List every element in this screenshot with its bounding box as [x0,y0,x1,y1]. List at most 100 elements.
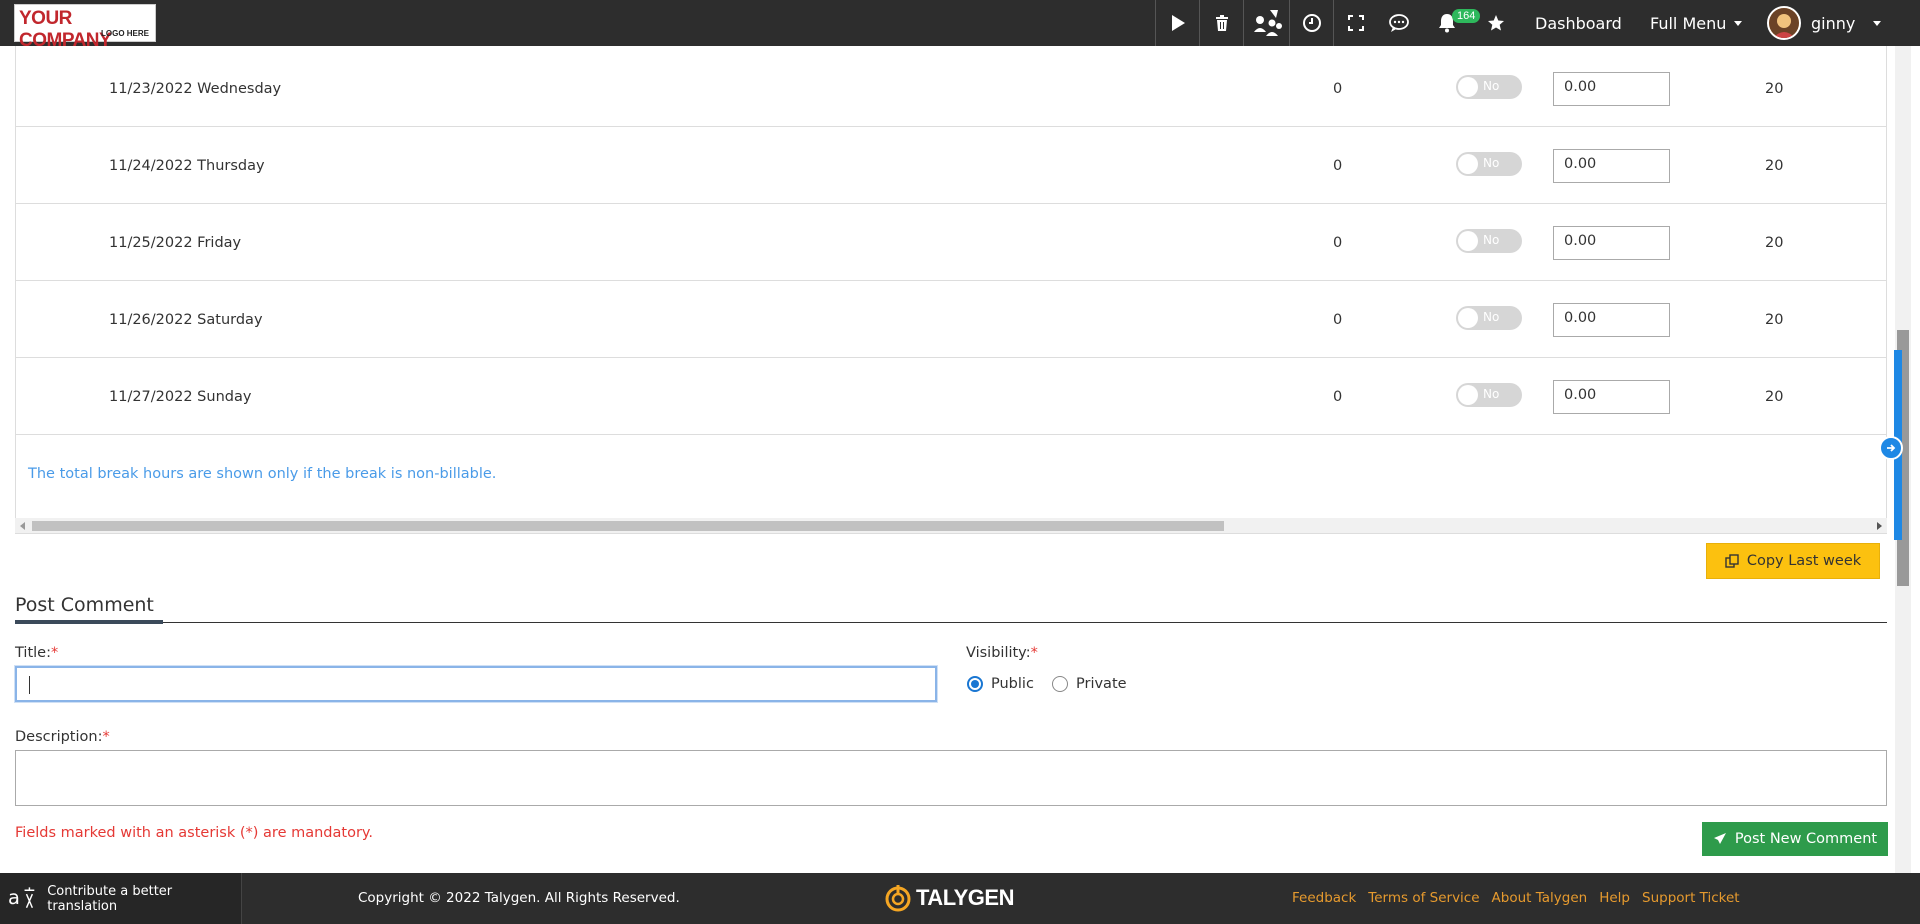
star-icon[interactable] [1487,0,1505,46]
play-icon[interactable] [1155,0,1199,46]
description-label-text: Description: [15,729,103,745]
brand-text: TALYGEN [916,885,1014,910]
about-talygen-link[interactable]: About Talygen [1492,890,1588,906]
terms-of-service-link[interactable]: Terms of Service [1368,890,1479,906]
title-label-text: Title: [15,645,51,661]
toggle-label: No [1483,78,1500,93]
company-logo[interactable]: YOUR COMPANY LOGO HERE [14,4,156,51]
dashboard-label: Dashboard [1535,13,1622,33]
table-row: 11/25/2022 Friday 0 No 0.00 20 [16,204,1886,281]
radio-unselected-icon [1052,676,1068,692]
value-cell: 20 [1765,388,1784,405]
date-cell: 11/25/2022 Friday [109,234,242,251]
toggle-knob [1458,230,1478,251]
footer: a Contribute a better translation Copyri… [0,873,1920,924]
visibility-private-radio[interactable]: Private [1052,676,1127,692]
required-mark: * [1030,645,1038,661]
scroll-left-icon[interactable] [20,522,25,530]
description-textarea[interactable] [15,750,1887,806]
required-mark: * [50,645,59,661]
post-comment-title: Post Comment [15,594,154,616]
billable-toggle[interactable]: No [1456,228,1522,253]
scrollbar-thumb[interactable] [32,521,1224,531]
billable-toggle[interactable]: No [1456,382,1522,407]
svg-text:a: a [8,885,20,908]
hours-cell: 0 [1333,311,1343,328]
full-menu-dropdown[interactable]: Full Menu [1650,0,1743,46]
chat-icon[interactable] [1377,0,1421,46]
billable-toggle[interactable]: No [1456,305,1522,330]
break-hours-note: The total break hours are shown only if … [28,466,497,482]
post-new-comment-label: Post New Comment [1734,831,1878,847]
toolbar-icons [1155,0,1421,46]
table-row: 11/26/2022 Saturday 0 No 0.00 20 [16,281,1886,358]
translate-icon: a [8,885,35,908]
divider [15,622,1887,623]
horizontal-scrollbar[interactable] [15,518,1887,533]
clock-icon[interactable] [1289,0,1333,46]
toggle-knob [1458,76,1478,97]
break-hours-input[interactable]: 0.00 [1553,148,1670,183]
radio-label-public: Public [991,676,1034,692]
visibility-public-radio[interactable]: Public [967,676,1034,692]
date-cell: 11/23/2022 Wednesday [109,80,282,97]
fullscreen-icon[interactable] [1333,0,1377,46]
send-icon [1713,833,1726,844]
value-cell: 20 [1765,311,1784,328]
toggle-label: No [1483,155,1500,170]
date-cell: 11/24/2022 Thursday [109,157,265,174]
value-cell: 20 [1765,80,1784,97]
dashboard-link[interactable]: Dashboard [1535,0,1622,46]
date-cell: 11/27/2022 Sunday [109,388,252,405]
post-new-comment-button[interactable]: Post New Comment [1702,822,1888,856]
top-navigation-bar: YOUR COMPANY LOGO HERE 164 Dashboard Ful [0,0,1920,51]
value-cell: 20 [1765,157,1784,174]
title-label: Title:* [15,645,58,661]
break-hours-input[interactable]: 0.00 [1553,379,1670,414]
toggle-label: No [1483,232,1500,247]
trash-icon[interactable] [1199,0,1243,46]
billable-toggle[interactable]: No [1456,74,1522,99]
text-cursor [29,676,30,694]
break-hours-input[interactable]: 0.00 [1553,71,1670,106]
date-cell: 11/26/2022 Saturday [109,311,263,328]
footer-links: Feedback Terms of Service About Talygen … [1292,890,1740,906]
visibility-label-text: Visibility: [966,645,1031,661]
description-label: Description:* [15,729,110,745]
billable-toggle[interactable]: No [1456,151,1522,176]
feedback-link[interactable]: Feedback [1292,890,1356,906]
break-hours-input[interactable]: 0.00 [1553,225,1670,260]
notification-badge: 164 [1452,9,1481,23]
section-underline [15,620,163,624]
logo-subtext: LOGO HERE [100,29,149,38]
arrow-right-icon[interactable] [1879,436,1903,460]
avatar [1767,6,1801,40]
support-ticket-link[interactable]: Support Ticket [1642,890,1740,906]
table-row: 11/27/2022 Sunday 0 No 0.00 20 [16,358,1886,435]
toggle-knob [1458,384,1478,405]
hours-cell: 0 [1333,80,1343,97]
scroll-right-icon[interactable] [1877,522,1882,530]
value-cell: 20 [1765,234,1784,251]
contribute-label: Contribute a better translation [47,883,173,914]
bell-icon[interactable] [1438,0,1456,46]
user-menu[interactable]: ginny [1767,0,1882,46]
timesheet-table: 11/23/2022 Wednesday 0 No 0.00 20 11/24/… [15,46,1887,534]
copy-last-week-label: Copy Last week [1746,553,1862,569]
contribute-translation-button[interactable]: a Contribute a better translation [0,873,242,924]
table-row: 11/24/2022 Thursday 0 No 0.00 20 [16,127,1886,204]
talygen-logo: TALYGEN [884,883,1014,913]
title-input[interactable] [15,666,937,702]
toggle-knob [1458,153,1478,174]
hours-cell: 0 [1333,157,1343,174]
mandatory-fields-note: Fields marked with an asterisk (*) are m… [15,825,374,841]
radio-selected-icon [967,676,983,692]
team-icon[interactable] [1243,0,1289,46]
full-menu-label: Full Menu [1650,13,1727,33]
copy-last-week-button[interactable]: Copy Last week [1706,543,1880,579]
copyright-text: Copyright © 2022 Talygen. All Rights Res… [358,890,680,906]
toggle-knob [1458,307,1478,328]
help-link[interactable]: Help [1599,890,1630,906]
break-hours-input[interactable]: 0.00 [1553,302,1670,337]
visibility-label: Visibility:* [966,645,1038,661]
